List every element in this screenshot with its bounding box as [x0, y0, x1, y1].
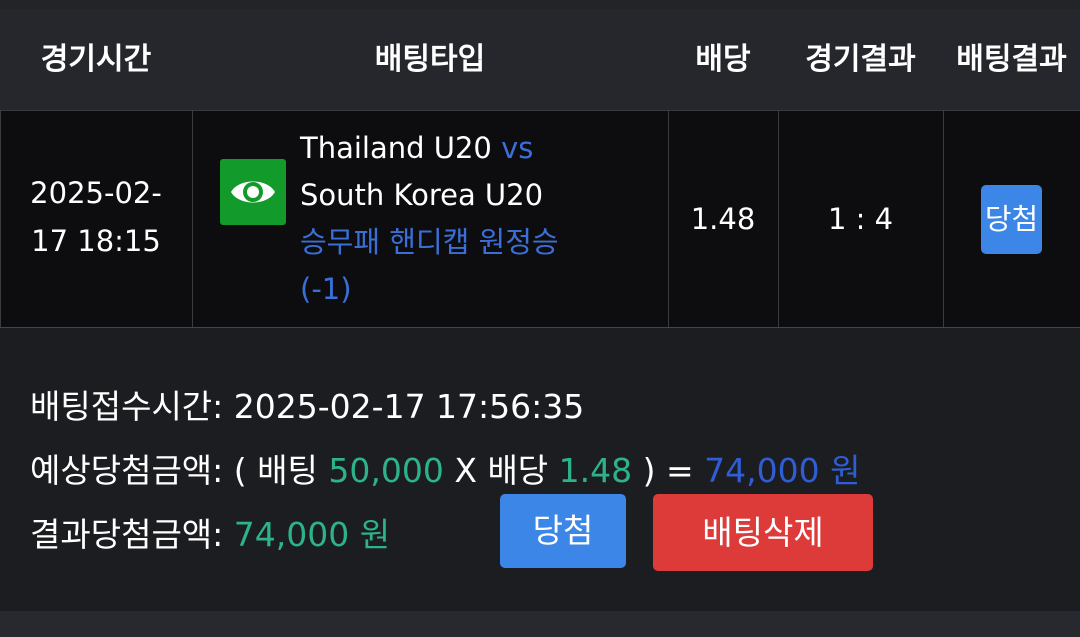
cell-divider	[192, 111, 193, 327]
away-team: South Korea U20	[300, 178, 544, 212]
home-team: Thailand U20	[300, 131, 492, 165]
odds-value: 1.48	[690, 202, 756, 236]
header-odds: 배당	[695, 42, 751, 77]
received-time-line: 배팅접수시간: 2025-02-17 17:56:35	[30, 380, 584, 428]
received-label: 배팅접수시간:	[30, 387, 224, 426]
top-strip	[0, 0, 1080, 9]
bottom-strip	[0, 611, 1080, 637]
header-bet-result: 배팅결과	[956, 42, 1067, 77]
received-value: 2025-02-17 17:56:35	[233, 387, 585, 426]
win-button[interactable]: 당첨	[500, 494, 626, 568]
eye-icon-glyph	[231, 181, 275, 203]
eye-icon[interactable]	[220, 159, 286, 225]
cell-divider	[943, 111, 944, 327]
bet-description: Thailand U20 vs South Korea U20 승무패 핸디캡 …	[300, 125, 660, 313]
match-date-line: 2025-02-	[30, 176, 162, 210]
bet-handicap: (-1)	[300, 272, 352, 306]
table-row: 2025-02- 17 18:15 Thailand U20 vs South …	[0, 110, 1080, 328]
score-value: 1 : 4	[827, 202, 894, 236]
expected-amount: 74,000 원	[704, 451, 861, 490]
header-bet-type: 배팅타입	[374, 42, 486, 77]
delete-bet-button[interactable]: 배팅삭제	[653, 494, 873, 571]
result-label: 결과당첨금액:	[30, 515, 224, 554]
result-amount-line: 결과당첨금액: 74,000 원	[30, 508, 390, 556]
match-time-line: 17 18:15	[31, 224, 161, 258]
table-header: 경기시간 배팅타입 배당 경기결과 배팅결과	[0, 9, 1080, 110]
equals-label: ) =	[642, 451, 694, 490]
header-time: 경기시간	[40, 42, 152, 77]
result-badge: 당첨	[981, 185, 1042, 254]
stake-amount: 50,000	[328, 451, 444, 490]
stake-prefix: ( 배팅	[233, 451, 318, 490]
expected-amount-line: 예상당첨금액: ( 배팅 50,000 X 배당 1.48 ) = 74,000…	[30, 444, 861, 492]
result-amount: 74,000 원	[233, 515, 391, 554]
bet-market: 승무패 핸디캡 원정승	[300, 225, 559, 259]
times-odds-label: X 배당	[454, 451, 549, 490]
match-time: 2025-02- 17 18:15	[0, 169, 192, 265]
vs-label: vs	[501, 131, 534, 165]
header-match-result: 경기결과	[805, 42, 916, 77]
odds-amount: 1.48	[558, 451, 633, 490]
expected-label: 예상당첨금액:	[30, 451, 224, 490]
